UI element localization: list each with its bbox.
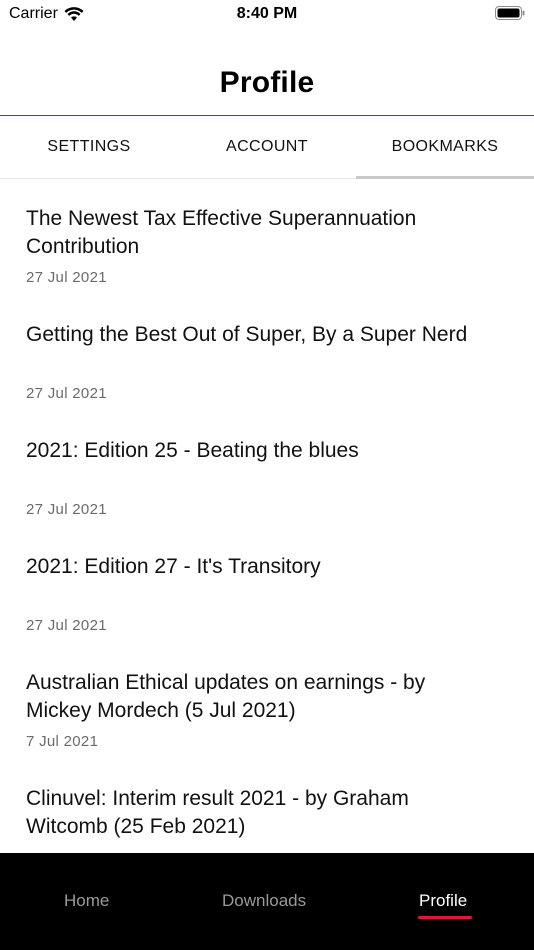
bottom-nav-downloads[interactable]: Downloads: [222, 891, 306, 911]
list-item[interactable]: The Newest Tax Effective Superannuation …: [0, 180, 534, 296]
status-time: 8:40 PM: [236, 5, 298, 22]
page-header: Profile: [0, 52, 534, 116]
status-bar: Carrier 8:40 PM: [0, 0, 534, 30]
list-item[interactable]: Australian Ethical updates on earnings -…: [0, 644, 534, 760]
tab-bookmarks[interactable]: BOOKMARKS: [356, 116, 534, 179]
page-title: Profile: [219, 66, 315, 99]
bookmark-date: 27 Jul 2021: [26, 617, 107, 634]
bottom-nav-profile[interactable]: Profile: [419, 891, 467, 911]
bookmark-date: 27 Jul 2021: [26, 269, 107, 286]
bookmark-title: Clinuvel: Interim result 2021 - by Graha…: [26, 787, 409, 838]
bookmark-title: 2021: Edition 25 - Beating the blues: [26, 439, 359, 462]
list-item[interactable]: 2021: Edition 27 - It's Transitory 27 Ju…: [0, 528, 534, 644]
bookmark-title: The Newest Tax Effective Superannuation …: [26, 207, 417, 258]
bookmark-date: 7 Jul 2021: [26, 733, 99, 750]
bottom-nav-home[interactable]: Home: [64, 891, 109, 911]
bookmark-date: 27 Jul 2021: [26, 501, 107, 518]
tab-account[interactable]: ACCOUNT: [178, 116, 356, 178]
bookmarks-list: The Newest Tax Effective Superannuation …: [0, 180, 534, 876]
bookmark-date: 27 Jul 2021: [26, 385, 107, 402]
list-item[interactable]: Getting the Best Out of Super, By a Supe…: [0, 296, 534, 412]
tab-settings[interactable]: SETTINGS: [0, 116, 178, 178]
bookmark-title: Australian Ethical updates on earnings -…: [26, 671, 426, 722]
list-item[interactable]: 2021: Edition 25 - Beating the blues 27 …: [0, 412, 534, 528]
bottom-tab-bar: Home Downloads Profile: [0, 853, 534, 950]
bookmark-title: 2021: Edition 27 - It's Transitory: [26, 555, 321, 578]
active-tab-indicator: [418, 916, 472, 919]
bookmark-title: Getting the Best Out of Super, By a Supe…: [26, 323, 468, 346]
profile-tabs: SETTINGS ACCOUNT BOOKMARKS: [0, 116, 534, 179]
battery-icon: [495, 6, 525, 20]
